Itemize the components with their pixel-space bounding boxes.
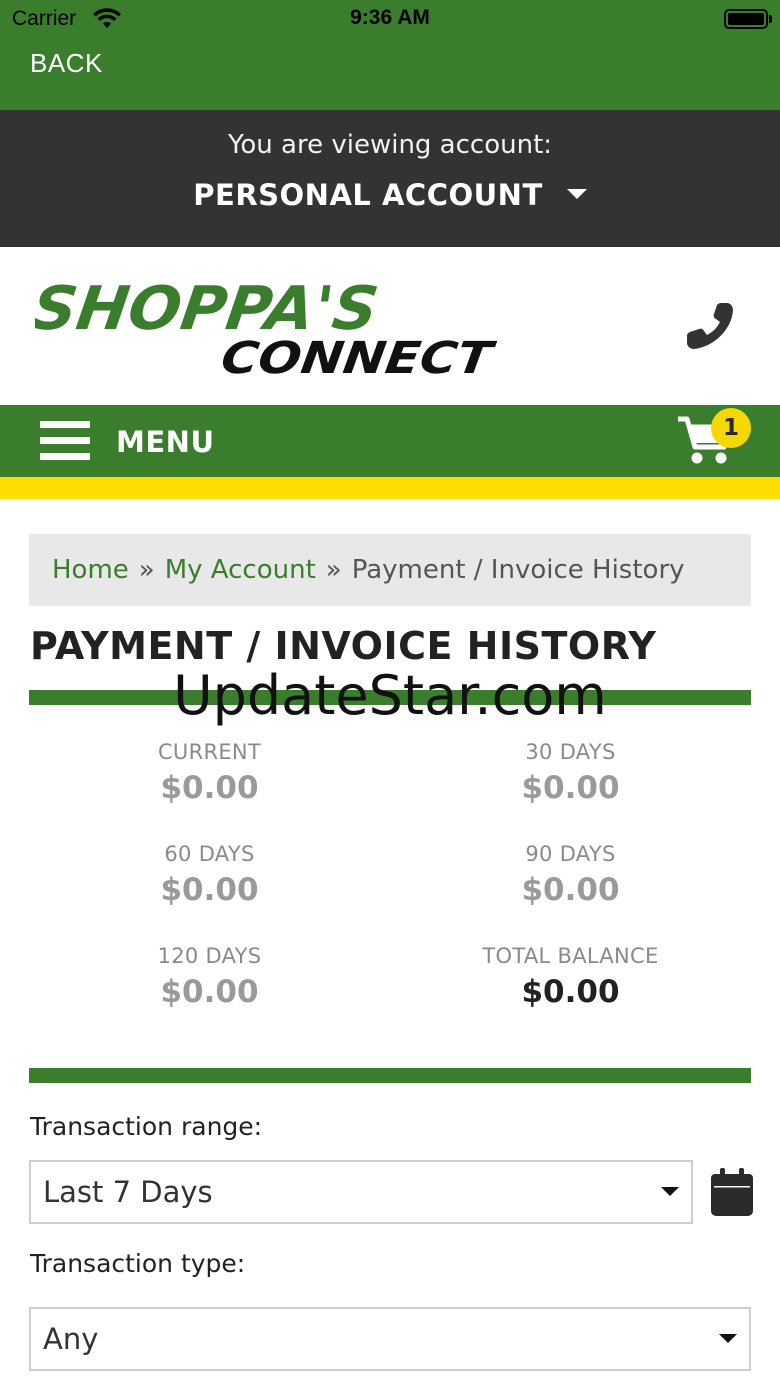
battery-tip bbox=[769, 15, 772, 23]
nav-bar: BACK bbox=[0, 40, 780, 110]
calendar-icon[interactable] bbox=[711, 1168, 753, 1216]
battery-icon bbox=[724, 9, 768, 29]
balance-amount: $0.00 bbox=[521, 974, 620, 1010]
balance-label: 30 DAYS bbox=[525, 740, 616, 764]
breadcrumb: Home » My Account » Payment / Invoice Histor… bbox=[29, 534, 751, 606]
balance-30-days: 30 DAYS $0.00 bbox=[390, 740, 751, 806]
summary-divider bbox=[29, 1068, 751, 1083]
header-logo-area: SHOPPA'S CONNECT bbox=[0, 247, 780, 405]
balance-label: 90 DAYS bbox=[525, 842, 616, 866]
transaction-type-value: Any bbox=[43, 1322, 99, 1356]
transaction-type-select[interactable]: Any bbox=[29, 1307, 751, 1371]
balance-label: TOTAL BALANCE bbox=[482, 944, 659, 968]
account-switcher: You are viewing account: PERSONAL ACCOUN… bbox=[0, 110, 780, 247]
chevron-down-icon bbox=[661, 1187, 679, 1196]
balance-total: TOTAL BALANCE $0.00 bbox=[390, 944, 751, 1010]
viewing-account-label: You are viewing account: bbox=[227, 130, 553, 160]
balance-120-days: 120 DAYS $0.00 bbox=[29, 944, 390, 1010]
balance-amount: $0.00 bbox=[160, 770, 259, 806]
transaction-range-select[interactable]: Last 7 Days bbox=[29, 1160, 693, 1224]
balance-amount: $0.00 bbox=[521, 872, 620, 908]
account-select[interactable]: PERSONAL ACCOUNT bbox=[0, 178, 780, 212]
menu-button[interactable]: MENU bbox=[116, 425, 215, 459]
balance-label: 120 DAYS bbox=[157, 944, 262, 968]
page-title: PAYMENT / INVOICE HISTORY bbox=[30, 624, 657, 668]
balance-amount: $0.00 bbox=[160, 974, 259, 1010]
breadcrumb-my-account-link[interactable]: My Account bbox=[165, 555, 316, 585]
balance-current: CURRENT $0.00 bbox=[29, 740, 390, 806]
account-name: PERSONAL ACCOUNT bbox=[193, 178, 543, 212]
transaction-type-label: Transaction type: bbox=[30, 1249, 246, 1278]
balance-amount: $0.00 bbox=[160, 872, 259, 908]
breadcrumb-home-link[interactable]: Home bbox=[52, 555, 129, 585]
shoppas-connect-logo[interactable]: SHOPPA'S CONNECT bbox=[35, 277, 505, 377]
watermark: UpdateStar.com bbox=[173, 664, 607, 727]
clock: 9:36 AM bbox=[350, 6, 430, 29]
chevron-down-icon bbox=[566, 189, 587, 199]
main-menu-bar: MENU bbox=[0, 405, 780, 477]
accent-stripe bbox=[0, 477, 780, 499]
transaction-range-value: Last 7 Days bbox=[43, 1175, 213, 1209]
balance-60-days: 60 DAYS $0.00 bbox=[29, 842, 390, 908]
phone-icon[interactable] bbox=[683, 299, 735, 351]
logo-line2: CONNECT bbox=[218, 333, 500, 377]
chevron-down-icon bbox=[719, 1334, 737, 1343]
balance-90-days: 90 DAYS $0.00 bbox=[390, 842, 751, 908]
hamburger-icon[interactable] bbox=[40, 421, 90, 461]
balance-label: 60 DAYS bbox=[164, 842, 255, 866]
balance-label: CURRENT bbox=[157, 740, 262, 764]
breadcrumb-current: Payment / Invoice History bbox=[351, 555, 685, 585]
transaction-range-label: Transaction range: bbox=[30, 1112, 263, 1141]
cart-count-badge: 1 bbox=[711, 408, 751, 448]
breadcrumb-separator: » bbox=[138, 555, 155, 585]
status-bar: Carrier 9:36 AM bbox=[0, 0, 780, 40]
balance-amount: $0.00 bbox=[521, 770, 620, 806]
breadcrumb-separator: » bbox=[325, 555, 342, 585]
back-button[interactable]: BACK bbox=[30, 48, 103, 79]
